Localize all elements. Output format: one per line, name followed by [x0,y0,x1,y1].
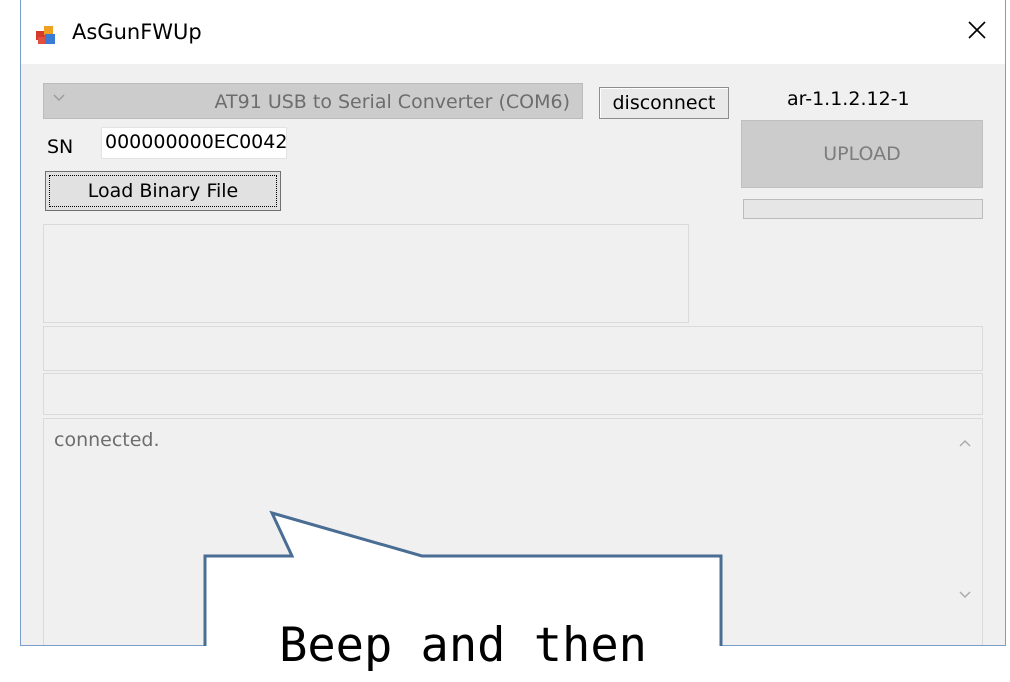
speech-callout [203,510,723,646]
callout-text: Beep and then [279,618,647,673]
